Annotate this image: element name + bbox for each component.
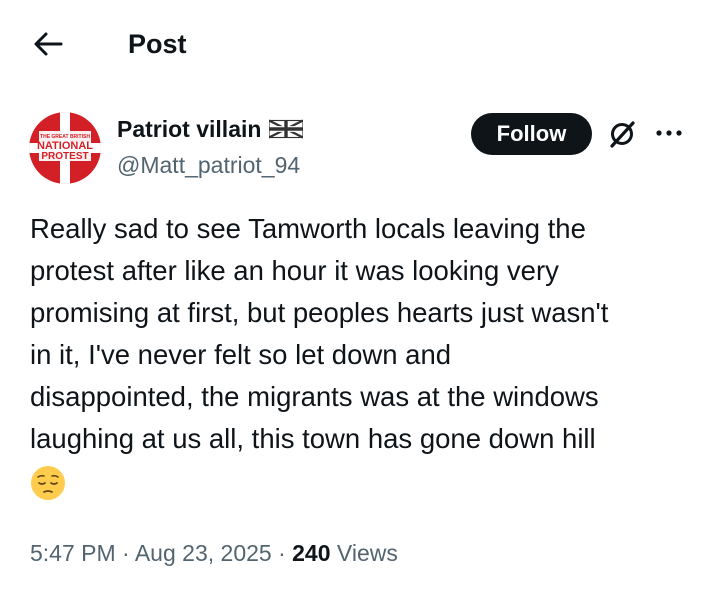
more-options-button[interactable]: [652, 118, 686, 148]
top-bar: Post: [0, 0, 705, 90]
back-button[interactable]: [28, 26, 68, 62]
page-title: Post: [128, 29, 187, 59]
author-name-text: Patriot villain: [117, 116, 262, 142]
avatar-line-3: PROTEST: [41, 151, 88, 162]
post-page: Post THE GREAT BRITISH NATIONAL PROTEST …: [0, 0, 705, 600]
follow-button[interactable]: Follow: [471, 113, 592, 155]
grok-icon: [610, 121, 635, 148]
views-label: Views: [336, 540, 398, 566]
views-count: 240: [292, 540, 331, 566]
more-options-icon: [656, 130, 682, 136]
tweet-line: disappointed, the migrants was at the wi…: [30, 381, 599, 412]
grok-button[interactable]: [604, 116, 640, 152]
avatar[interactable]: THE GREAT BRITISH NATIONAL PROTEST: [29, 112, 101, 184]
post-meta: 5:47 PM · Aug 23, 2025 · 240 Views: [30, 538, 398, 568]
tweet-line: laughing at us all, this town has gone d…: [30, 423, 596, 454]
uk-flag-icon: [269, 119, 304, 139]
tweet-line: promising at first, but peoples hearts j…: [30, 297, 609, 328]
tweet-text: Really sad to see Tamworth locals leavin…: [30, 208, 695, 502]
author-handle[interactable]: @Matt_patriot_94: [117, 150, 300, 180]
avatar-image: THE GREAT BRITISH NATIONAL PROTEST: [29, 112, 101, 184]
post-date[interactable]: Aug 23, 2025: [135, 540, 272, 566]
post-time[interactable]: 5:47 PM: [30, 540, 116, 566]
tweet-line: in it, I've never felt so let down and: [30, 339, 452, 370]
arrow-left-icon: [34, 32, 63, 56]
tweet-line: protest after like an hour it was lookin…: [30, 255, 559, 286]
meta-separator: ·: [278, 540, 286, 566]
tweet-line-emoji: [30, 460, 695, 502]
pensive-face-emoji: [31, 465, 65, 500]
author-name[interactable]: Patriot villain: [117, 114, 304, 144]
tweet-line: Really sad to see Tamworth locals leavin…: [30, 213, 586, 244]
meta-separator: ·: [122, 540, 130, 566]
